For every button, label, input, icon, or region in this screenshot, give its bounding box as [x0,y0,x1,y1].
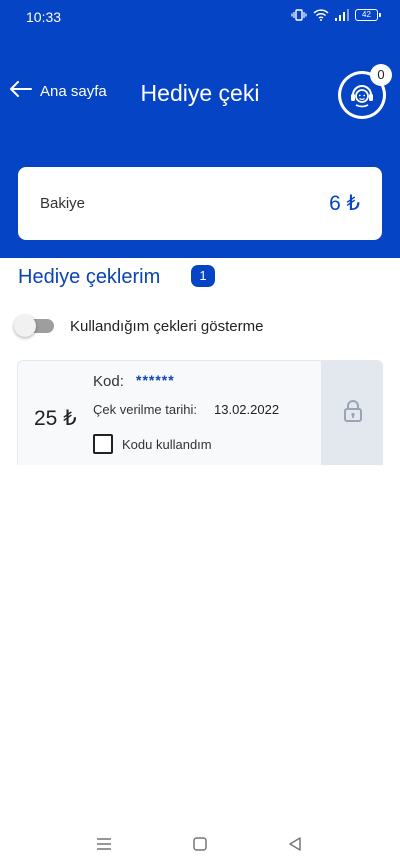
wifi-icon [313,9,329,21]
voucher-count-badge: 1 [191,265,215,287]
used-checkbox[interactable] [93,434,113,454]
reveal-code-button[interactable] [321,361,382,465]
balance-value: 6 ₺ [329,192,360,215]
back-triangle-icon[interactable] [283,832,307,856]
status-time: 10:33 [26,9,62,25]
section-title: Hediye çeklerim [18,266,161,288]
system-nav-bar [0,826,400,866]
lock-icon [343,399,363,428]
date-value: 13.02.2022 [214,402,280,417]
used-label: Kodu kullandım [122,437,212,452]
home-square-icon[interactable] [188,832,212,856]
voucher-amount: 25 ₺ [34,407,77,430]
hide-used-toggle[interactable] [14,315,56,337]
menu-icon[interactable] [92,832,116,856]
voucher-card: 25 ₺ Kod: ****** Çek verilme tarihi: 13.… [17,360,383,465]
balance-label: Bakiye [40,195,86,212]
signal-icon [335,9,349,21]
notification-badge: 0 [370,64,392,86]
date-label: Çek verilme tarihi: [93,402,198,417]
code-label: Kod: [93,373,124,390]
balance-card: Bakiye 6 ₺ [18,167,382,240]
header: 10:33 42 Ana sayfa Hediye çeki 0 Bakiye … [0,0,400,258]
status-bar: 10:33 42 [0,0,400,34]
vibrate-icon [291,9,307,21]
toggle-thumb [14,315,36,337]
status-icons: 42 [291,9,381,21]
battery-icon: 42 [355,9,381,21]
code-value: ****** [136,372,175,388]
hide-used-label: Kullandığım çekleri gösterme [70,318,264,335]
